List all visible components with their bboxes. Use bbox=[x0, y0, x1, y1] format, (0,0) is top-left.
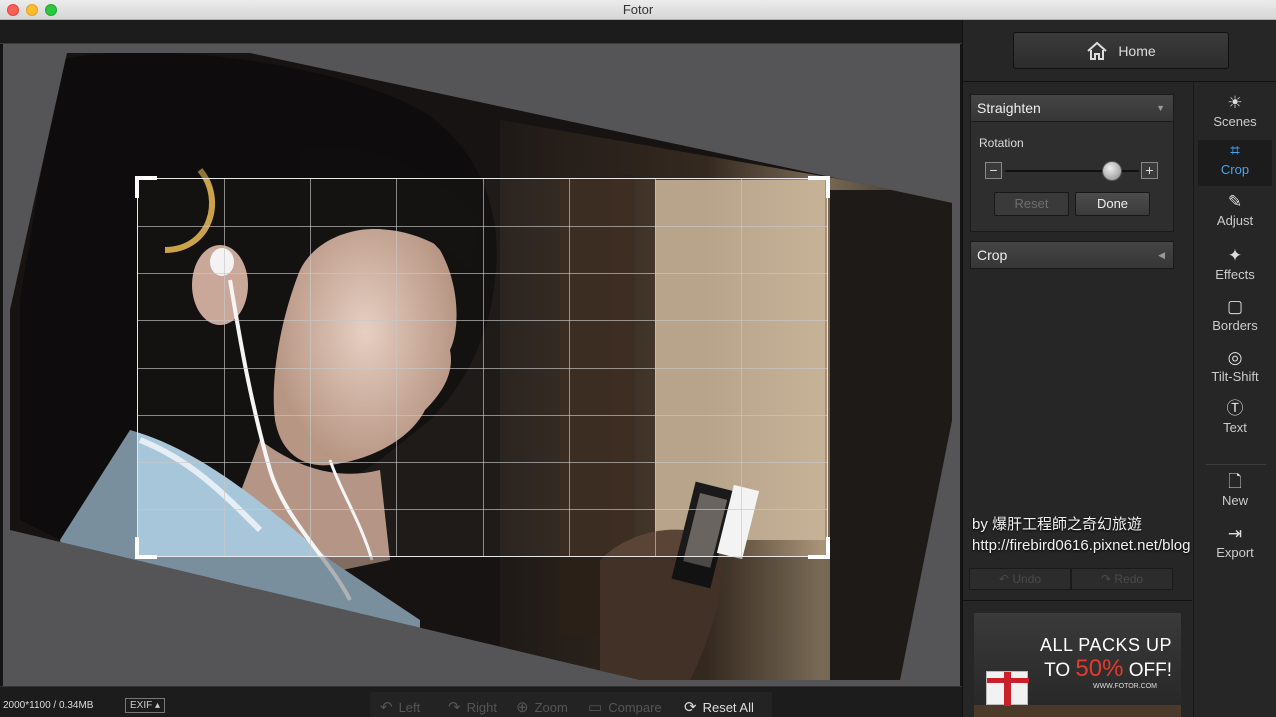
sidebar-label: New bbox=[1221, 493, 1248, 508]
zoom-button[interactable]: ⊕ Zoom bbox=[516, 698, 568, 716]
promo-offer-suffix: OFF! bbox=[1123, 660, 1172, 681]
rotate-left-button[interactable]: ↶ Left bbox=[380, 698, 420, 716]
sidebar-item-adjust[interactable]: ✎ Adjust bbox=[1198, 191, 1272, 237]
rotate-right-label: Right bbox=[466, 699, 497, 715]
sidebar-item-effects[interactable]: ✦ Effects bbox=[1198, 245, 1272, 291]
redo-button[interactable]: ↷ Redo bbox=[1071, 568, 1173, 590]
rotation-label: Rotation bbox=[979, 136, 1024, 150]
watermark: by 爆肝工程師之奇幻旅遊 http://firebird0616.pixnet… bbox=[972, 514, 1190, 556]
sparkle-icon: ✦ bbox=[1227, 246, 1243, 265]
promo-url: WWW.FOTOR.COM bbox=[1092, 683, 1157, 690]
promo-offer: TO 50% OFF! bbox=[1044, 655, 1172, 683]
refresh-icon: ⟳ bbox=[684, 699, 697, 716]
house-icon bbox=[1087, 41, 1107, 60]
sidebar-item-borders[interactable]: ▢ Borders bbox=[1198, 296, 1272, 342]
view-tools: ↶ Left ↷ Right ⊕ Zoom ▭ Compare ⟳ Reset … bbox=[370, 692, 772, 717]
promo-offer-prefix: TO bbox=[1044, 660, 1076, 681]
sidebar-label: Crop bbox=[1220, 162, 1250, 177]
reset-all-label: Reset All bbox=[702, 699, 754, 715]
watermark-author: by 爆肝工程師之奇幻旅遊 bbox=[972, 516, 1143, 533]
sidebar-divider bbox=[1206, 464, 1266, 465]
promo-floor bbox=[974, 705, 1181, 717]
text-icon: Ⓣ bbox=[1226, 399, 1244, 418]
crop-handle-bottom-right[interactable] bbox=[808, 537, 830, 559]
compare-icon: ▭ bbox=[588, 699, 603, 716]
exif-button[interactable]: EXIF ▴ bbox=[125, 698, 165, 713]
sidebar-item-text[interactable]: Ⓣ Text bbox=[1198, 398, 1272, 444]
crop-handle-top-right[interactable] bbox=[808, 176, 830, 198]
sun-icon: ☀ bbox=[1227, 93, 1243, 112]
sidebar-label: Export bbox=[1216, 545, 1254, 560]
sidebar-item-crop[interactable]: ⌗ Crop bbox=[1198, 140, 1272, 186]
crop-icon: ⌗ bbox=[1230, 141, 1240, 160]
straighten-section: Rotation − + Reset Done bbox=[970, 122, 1174, 232]
compare-label: Compare bbox=[608, 699, 662, 715]
border-icon: ▢ bbox=[1226, 297, 1244, 316]
image-info: 2000*1100 / 0.34MB bbox=[3, 700, 94, 711]
crop-grid-line bbox=[138, 367, 827, 369]
zoom-icon: ⊕ bbox=[516, 699, 529, 716]
sidebar-item-tilt-shift[interactable]: ◎ Tilt-Shift bbox=[1198, 347, 1272, 393]
sidebar-label: Text bbox=[1223, 420, 1247, 435]
bottom-toolbar: 2000*1100 / 0.34MB EXIF ▴ ↶ Left ↷ Right… bbox=[0, 686, 962, 717]
crop-handle-top-left[interactable] bbox=[135, 176, 157, 198]
new-document-icon: 🗋 bbox=[1228, 472, 1242, 491]
crop-grid-line bbox=[138, 508, 827, 510]
rotate-left-icon: ↶ bbox=[380, 699, 393, 716]
crop-section-header[interactable]: Crop ◀ bbox=[970, 241, 1174, 269]
straighten-title: Straighten bbox=[977, 100, 1041, 116]
promo-banner[interactable]: ALL PACKS UP TO 50% OFF! WWW.FOTOR.COM bbox=[974, 613, 1181, 717]
reset-button[interactable]: Reset bbox=[994, 192, 1069, 216]
fotor-window: Fotor 2000*1100 / 0.34MB EXIF ▴ ↶ Left ↷… bbox=[0, 0, 1276, 717]
tool-sidebar: ☀ Scenes ⌗ Crop ✎ Adjust ✦ Effects ▢ Bor… bbox=[1193, 82, 1276, 717]
rotate-right-button[interactable]: ↷ Right bbox=[448, 698, 497, 716]
undo-label: Undo bbox=[1012, 572, 1042, 586]
rotate-left-label: Left bbox=[398, 699, 421, 715]
crop-selection[interactable] bbox=[135, 176, 830, 559]
expand-arrow-icon: ◀ bbox=[1158, 250, 1165, 260]
redo-icon: ↷ bbox=[1100, 572, 1112, 586]
sidebar-item-export[interactable]: ⇥ Export bbox=[1198, 523, 1272, 569]
compare-button[interactable]: ▭ Compare bbox=[588, 698, 662, 716]
crop-grid-line bbox=[138, 273, 827, 275]
sidebar-item-new[interactable]: 🗋 New bbox=[1198, 471, 1272, 517]
crop-handle-bottom-left[interactable] bbox=[135, 537, 157, 559]
watermark-url: http://firebird0616.pixnet.net/blog bbox=[972, 537, 1191, 554]
redo-label: Redo bbox=[1114, 572, 1144, 586]
promo-percent: 50% bbox=[1075, 655, 1124, 682]
ad-divider bbox=[962, 600, 1192, 601]
reset-all-button[interactable]: ⟳ Reset All bbox=[684, 698, 754, 716]
zoom-label: Zoom bbox=[534, 699, 568, 715]
home-button[interactable]: Home bbox=[1013, 32, 1229, 69]
done-button[interactable]: Done bbox=[1075, 192, 1150, 216]
export-icon: ⇥ bbox=[1227, 524, 1243, 543]
crop-grid-line bbox=[138, 320, 827, 322]
gift-box-icon bbox=[986, 671, 1029, 706]
sidebar-label: Borders bbox=[1212, 318, 1258, 333]
sidebar-item-scenes[interactable]: ☀ Scenes bbox=[1198, 92, 1272, 138]
pencil-icon: ✎ bbox=[1227, 192, 1243, 211]
sidebar-label: Scenes bbox=[1213, 114, 1257, 129]
crop-grid-line bbox=[138, 414, 827, 416]
sidebar-label: Adjust bbox=[1216, 213, 1254, 228]
crop-grid-line bbox=[138, 461, 827, 463]
rotation-increase-button[interactable]: + bbox=[1141, 162, 1158, 179]
collapse-arrow-icon: ▼ bbox=[1156, 103, 1165, 113]
rotate-right-icon: ↷ bbox=[448, 699, 461, 716]
straighten-section-header[interactable]: Straighten ▼ bbox=[970, 94, 1174, 122]
rotation-decrease-button[interactable]: − bbox=[985, 162, 1002, 179]
promo-headline: ALL PACKS UP bbox=[1039, 635, 1172, 655]
sidebar-label: Effects bbox=[1215, 267, 1255, 282]
home-label: Home bbox=[1118, 42, 1156, 59]
target-icon: ◎ bbox=[1227, 348, 1243, 367]
undo-button[interactable]: ↶ Undo bbox=[969, 568, 1071, 590]
undo-icon: ↶ bbox=[998, 572, 1010, 586]
crop-section-title: Crop bbox=[977, 247, 1008, 263]
crop-grid-line bbox=[138, 226, 827, 228]
rotation-slider-knob[interactable] bbox=[1102, 161, 1123, 181]
sidebar-label: Tilt-Shift bbox=[1211, 369, 1259, 384]
history-controls: ↶ Undo ↷ Redo bbox=[969, 568, 1175, 590]
